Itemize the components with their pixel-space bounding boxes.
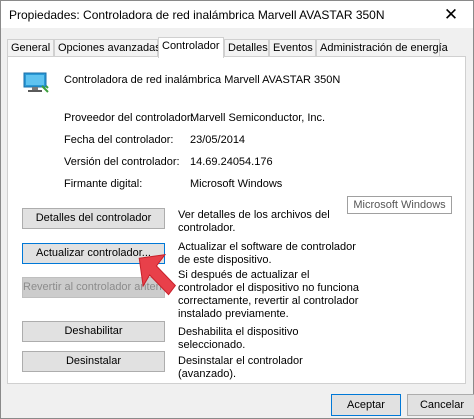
window-title: Propiedades: Controladora de red inalámb… bbox=[9, 8, 385, 22]
tab-general[interactable]: General bbox=[7, 39, 54, 56]
cancel-button[interactable]: Cancelar bbox=[407, 394, 474, 416]
driver-version-value: 14.69.24054.176 bbox=[190, 156, 273, 168]
driver-details-button[interactable]: Detalles del controlador bbox=[22, 208, 165, 229]
disable-device-button[interactable]: Deshabilitar bbox=[22, 321, 165, 342]
digital-signer-label: Firmante digital: bbox=[64, 178, 143, 190]
device-name: Controladora de red inalámbrica Marvell … bbox=[64, 74, 341, 86]
tab-driver[interactable]: Controlador bbox=[158, 37, 224, 58]
driver-provider-label: Proveedor del controlador: bbox=[64, 112, 194, 124]
disable-device-description: Deshabilita el dispositivo seleccionado. bbox=[178, 326, 299, 351]
driver-tab-panel: Controladora de red inalámbrica Marvell … bbox=[7, 56, 466, 384]
driver-version-label: Versión del controlador: bbox=[64, 156, 180, 168]
accept-button[interactable]: Aceptar bbox=[331, 394, 401, 416]
roll-back-driver-description: Si después de actualizar el controlador … bbox=[178, 269, 360, 320]
tab-advanced-options[interactable]: Opciones avanzadas bbox=[54, 39, 161, 56]
driver-details-description: Ver detalles de los archivos del control… bbox=[178, 209, 330, 234]
update-driver-description: Actualizar el software de controlador de… bbox=[178, 241, 356, 266]
driver-date-label: Fecha del controlador: bbox=[64, 134, 174, 146]
driver-provider-value: Marvell Semiconductor, Inc. bbox=[190, 112, 326, 124]
tab-details[interactable]: Detalles bbox=[224, 39, 269, 56]
uninstall-driver-description: Desinstalar el controlador (avanzado). bbox=[178, 355, 303, 380]
driver-date-value: 23/05/2014 bbox=[190, 134, 246, 146]
close-icon[interactable]: ✕ bbox=[429, 1, 473, 28]
title-bar: Propiedades: Controladora de red inalámb… bbox=[1, 1, 473, 28]
network-adapter-icon bbox=[23, 72, 49, 93]
tab-power-management[interactable]: Administración de energía bbox=[316, 39, 448, 56]
tab-strip: General Opciones avanzadas Controlador D… bbox=[7, 37, 467, 58]
annotation-arrow-icon bbox=[138, 254, 177, 296]
uninstall-driver-button[interactable]: Desinstalar bbox=[22, 351, 165, 372]
tab-events[interactable]: Eventos bbox=[269, 39, 316, 56]
digital-signer-value: Microsoft Windows bbox=[190, 178, 283, 190]
properties-dialog: Propiedades: Controladora de red inalámb… bbox=[0, 0, 474, 419]
